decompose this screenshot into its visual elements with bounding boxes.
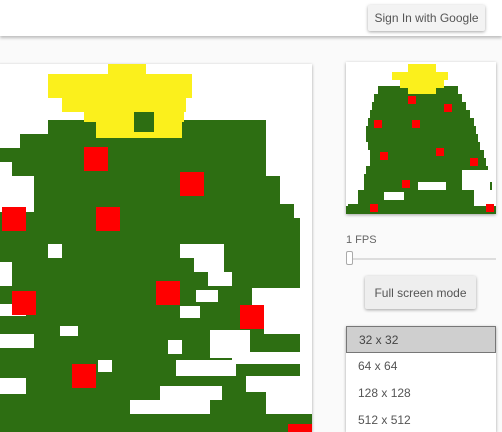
tree-pixel-row	[0, 246, 300, 260]
canvas-size-list[interactable]: 32 x 32 64 x 64 128 x 128 512 x 512	[346, 326, 496, 432]
star-pixel	[48, 88, 192, 98]
tree-gap-pixel	[0, 262, 12, 286]
tree-gap-pixel	[180, 306, 200, 318]
tree-gap-pixel	[232, 352, 302, 364]
thumb-ornament-pixel	[436, 148, 444, 156]
tree-pixel-row	[0, 204, 294, 218]
thumb-gap-pixel	[418, 182, 446, 190]
thumb-ornament-pixel	[374, 120, 382, 128]
pixel-canvas[interactable]	[0, 64, 312, 432]
size-option-32[interactable]: 32 x 32	[346, 326, 496, 353]
tree-pixel-row	[0, 218, 300, 232]
tree-gap-pixel	[60, 326, 78, 336]
thumb-gap-pixel	[474, 190, 496, 206]
tree-gap-pixel	[208, 272, 232, 286]
pixel-art-canvas[interactable]	[0, 64, 312, 432]
tree-gap-pixel	[160, 386, 222, 400]
thumb-ornament-pixel	[370, 204, 378, 212]
thumb-star-pixel	[408, 64, 436, 72]
thumb-ornament-pixel	[408, 96, 416, 104]
thumb-tree-row	[366, 126, 476, 134]
tree-gap-pixel	[196, 290, 218, 302]
star-pixel	[108, 64, 146, 74]
thumb-tree-row	[374, 94, 462, 102]
thumb-tree-row	[368, 118, 474, 126]
tree-gap-pixel	[194, 258, 224, 272]
tree-gap-pixel	[180, 244, 224, 258]
preview-art	[346, 64, 496, 214]
thumb-ornament-pixel	[470, 158, 478, 166]
tree-pixel-row	[0, 330, 300, 344]
tree-gap-pixel	[0, 378, 26, 394]
thumb-gap-pixel	[462, 170, 490, 190]
thumb-star-pixel	[408, 88, 436, 94]
star-pixel	[48, 74, 192, 88]
thumb-tree-row	[370, 110, 470, 118]
ornament-pixel	[156, 281, 180, 305]
thumb-gap-pixel	[348, 190, 358, 204]
thumb-tree-row	[352, 190, 494, 198]
ornament-pixel	[96, 207, 120, 231]
tree-gap-pixel	[0, 162, 12, 176]
full-screen-mode-button[interactable]: Full screen mode	[365, 276, 476, 309]
tree-gap-pixel	[98, 360, 112, 372]
fps-slider-thumb[interactable]	[346, 251, 353, 265]
ornament-pixel	[12, 291, 36, 315]
ornament-pixel	[2, 207, 26, 231]
tree-pixel-row	[0, 176, 280, 190]
thumb-ornament-pixel	[486, 204, 494, 212]
thumb-tree-row	[368, 142, 480, 150]
sign-in-with-google-button[interactable]: Sign In with Google	[368, 5, 485, 31]
tree-gap-pixel	[264, 318, 300, 334]
thumb-gap-pixel	[384, 192, 404, 200]
tree-pixel-row	[0, 274, 300, 288]
thumb-tree-row	[346, 206, 496, 214]
tree-pixel-row	[134, 112, 154, 132]
thumb-star-pixel	[392, 72, 448, 80]
star-pixel	[62, 98, 186, 112]
size-option-512[interactable]: 512 x 512	[346, 407, 496, 432]
preview-thumbnail[interactable]	[346, 62, 496, 214]
tree-gap-pixel	[0, 334, 34, 348]
ornament-pixel	[72, 364, 96, 388]
tree-gap-pixel	[176, 360, 236, 376]
top-bar: Sign In with Google	[0, 0, 502, 36]
thumb-gap-pixel	[348, 150, 364, 190]
size-option-64[interactable]: 64 x 64	[346, 353, 496, 380]
tree-pixel-row	[0, 232, 300, 246]
tree-pixel-row	[0, 190, 280, 204]
thumb-tree-row	[366, 134, 478, 142]
thumb-ornament-pixel	[380, 152, 388, 160]
thumb-ornament-pixel	[444, 104, 452, 112]
tree-gap-pixel	[246, 376, 302, 392]
tree-pixel-row	[0, 162, 266, 176]
size-option-128[interactable]: 128 x 128	[346, 380, 496, 407]
tree-gap-pixel	[48, 244, 62, 258]
tree-pixel-row	[0, 414, 312, 432]
ornament-pixel	[84, 147, 108, 171]
tree-gap-pixel	[266, 392, 302, 414]
fps-slider-track[interactable]	[346, 258, 496, 260]
fps-label: 1 FPS	[346, 234, 377, 246]
tree-gap-pixel	[130, 400, 210, 414]
tree-pixel-row	[0, 260, 300, 274]
thumb-ornament-pixel	[402, 180, 410, 188]
tree-gap-pixel	[0, 176, 34, 212]
tree-pixel-row	[0, 148, 266, 162]
thumb-ornament-pixel	[412, 120, 420, 128]
ornament-pixel	[288, 424, 312, 432]
ornament-pixel	[240, 305, 264, 329]
tree-gap-pixel	[168, 340, 182, 354]
thumb-star-pixel	[400, 80, 444, 88]
ornament-pixel	[180, 172, 204, 196]
